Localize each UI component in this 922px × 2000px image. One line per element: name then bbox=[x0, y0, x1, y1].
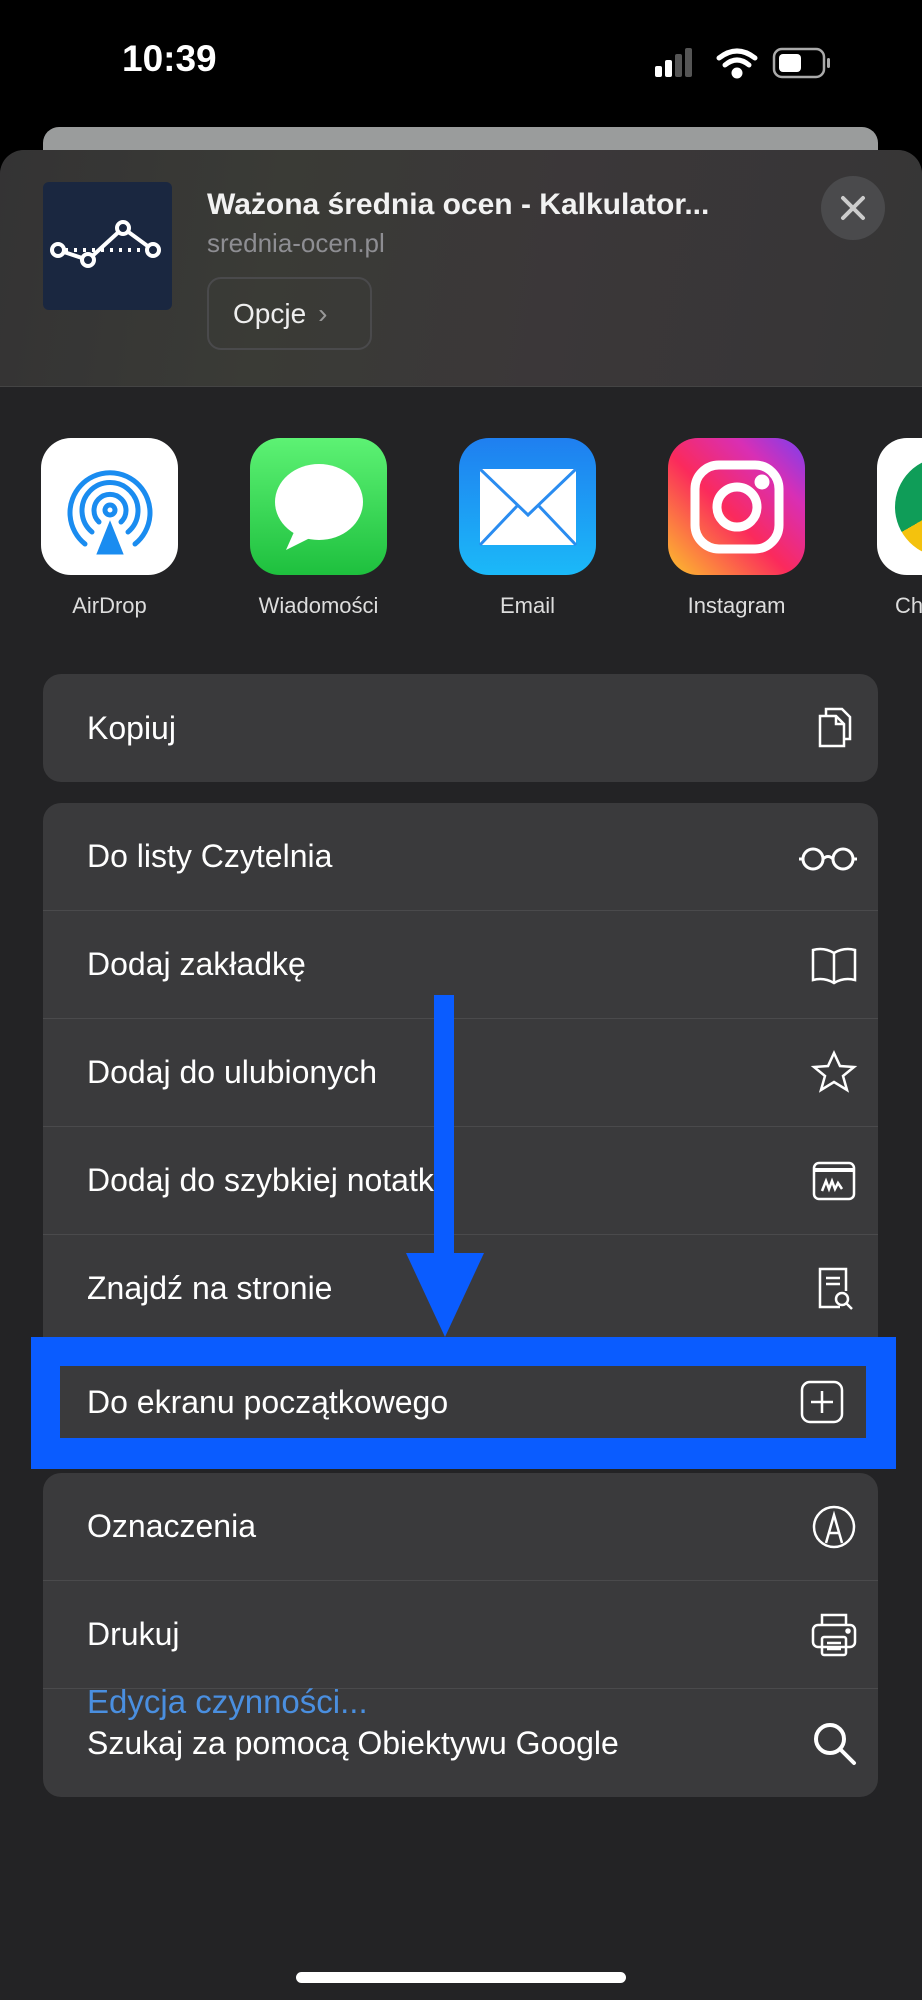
app-chrome[interactable]: Ch bbox=[877, 438, 922, 619]
action-label: Szukaj za pomocą Obiektywu Google bbox=[87, 1724, 619, 1761]
options-label: Opcje bbox=[233, 297, 307, 329]
printer-icon bbox=[811, 1613, 857, 1656]
action-label: Znajdź na stronie bbox=[87, 1270, 333, 1306]
app-label: Instagram bbox=[687, 593, 786, 618]
app-label: AirDrop bbox=[72, 593, 147, 618]
app-messages[interactable]: Wiadomości bbox=[250, 438, 387, 619]
site-thumbnail bbox=[43, 182, 172, 310]
search-icon bbox=[814, 1723, 856, 1765]
action-label: Do ekranu początkowego bbox=[87, 1383, 449, 1420]
action-group-more: Oznaczenia Drukuj Szukaj za pomocą Obiek… bbox=[43, 1473, 878, 1797]
action-print[interactable]: Drukuj bbox=[43, 1581, 878, 1689]
action-label: Drukuj bbox=[87, 1616, 180, 1652]
action-copy[interactable]: Kopiuj bbox=[43, 674, 878, 782]
action-label: Dodaj zakładkę bbox=[87, 946, 306, 982]
copy-icon bbox=[818, 707, 852, 748]
star-icon bbox=[810, 1049, 858, 1093]
book-icon bbox=[811, 947, 857, 984]
wifi-icon bbox=[716, 48, 758, 79]
app-instagram[interactable]: Instagram bbox=[668, 438, 805, 619]
chart-logo-icon bbox=[50, 220, 161, 268]
glasses-icon bbox=[799, 847, 857, 870]
app-airdrop[interactable]: AirDrop bbox=[41, 438, 178, 619]
find-on-page-icon bbox=[818, 1267, 853, 1310]
edit-actions-link[interactable]: Edycja czynności... bbox=[87, 1683, 368, 1721]
mail-icon bbox=[459, 438, 596, 575]
chrome-icon bbox=[877, 438, 922, 575]
markup-icon bbox=[812, 1505, 856, 1548]
quick-note-icon bbox=[812, 1161, 856, 1200]
app-label: Wiadomości bbox=[258, 593, 379, 618]
close-icon bbox=[841, 196, 865, 220]
add-square-icon bbox=[800, 1380, 844, 1424]
arrow-down-annotation bbox=[406, 995, 484, 1337]
app-label: Email bbox=[499, 593, 555, 618]
signal-icon bbox=[655, 48, 692, 77]
chevron-right-icon: › bbox=[318, 297, 328, 329]
app-email[interactable]: Email bbox=[459, 438, 596, 619]
action-label: Oznaczenia bbox=[87, 1508, 256, 1544]
action-markup[interactable]: Oznaczenia bbox=[43, 1473, 878, 1581]
app-label: Ch bbox=[895, 593, 922, 618]
battery-icon bbox=[772, 47, 830, 79]
action-label: Kopiuj bbox=[87, 709, 176, 746]
action-group-copy: Kopiuj bbox=[43, 674, 878, 782]
options-button[interactable]: Opcje › bbox=[207, 277, 372, 350]
action-label: Dodaj do szybkiej notatki bbox=[87, 1162, 441, 1198]
action-reading-list[interactable]: Do listy Czytelnia bbox=[43, 803, 878, 911]
airdrop-icon bbox=[41, 438, 178, 575]
close-button[interactable] bbox=[821, 176, 885, 240]
page-url: srednia-ocen.pl bbox=[207, 228, 385, 258]
action-label: Do listy Czytelnia bbox=[87, 838, 333, 874]
messages-icon bbox=[250, 438, 387, 575]
share-header: Ważona średnia ocen - Kalkulator... sred… bbox=[0, 150, 922, 387]
home-indicator[interactable] bbox=[296, 1972, 626, 1983]
action-add-to-home-screen[interactable]: Do ekranu początkowego bbox=[60, 1366, 866, 1438]
action-label: Dodaj do ulubionych bbox=[87, 1054, 377, 1090]
instagram-icon bbox=[668, 438, 805, 575]
page-title: Ważona średnia ocen - Kalkulator... bbox=[207, 188, 710, 221]
status-time: 10:39 bbox=[122, 38, 217, 79]
status-icons bbox=[655, 46, 845, 80]
